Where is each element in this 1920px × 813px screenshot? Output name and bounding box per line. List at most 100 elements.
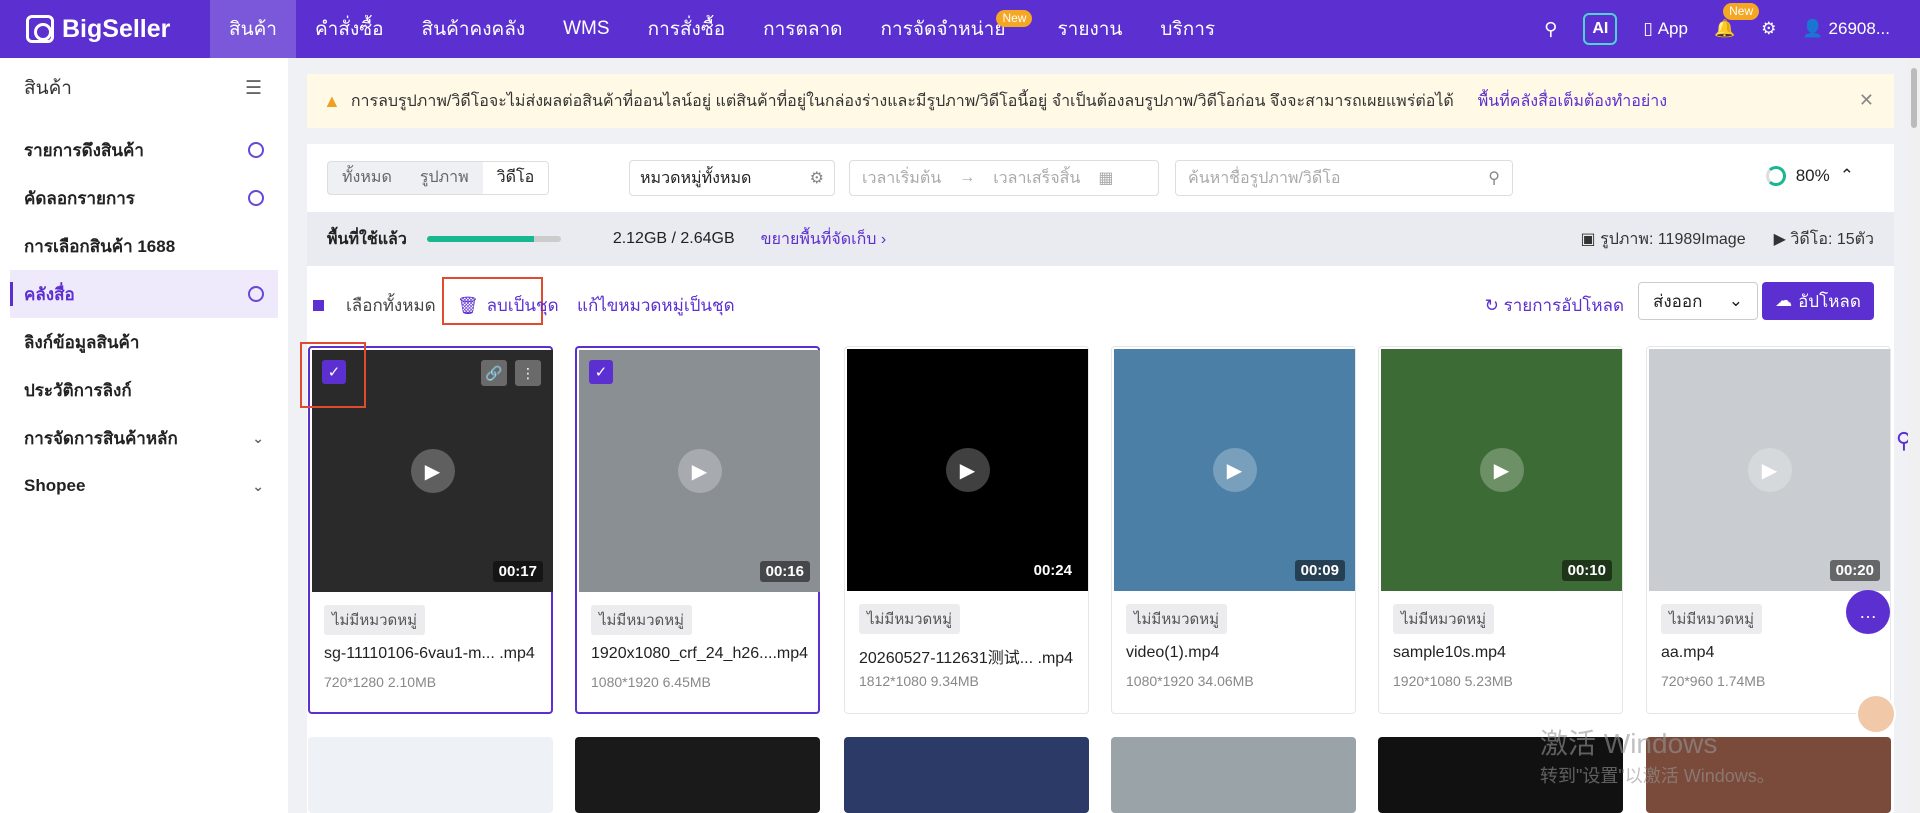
nav-label: การสั่งซื้อ bbox=[647, 19, 726, 40]
media-card-thumbnail[interactable] bbox=[308, 737, 553, 813]
upload-progress[interactable]: 80% ⌃ bbox=[1765, 166, 1854, 186]
nav-item-products[interactable]: สินค้า bbox=[210, 0, 296, 58]
upload-list-link[interactable]: ↻ รายการอัปโหลด bbox=[1485, 292, 1624, 319]
play-icon[interactable]: ▶ bbox=[410, 449, 455, 493]
video-card[interactable]: ▶ 00:24 ไม่มีหมวดหมู่ 20260527-112631测试... … bbox=[844, 346, 1089, 714]
scrollbar[interactable] bbox=[1908, 58, 1920, 813]
user-id: 26908... bbox=[1828, 19, 1890, 38]
close-icon[interactable]: ✕ bbox=[1859, 90, 1874, 111]
more-icon[interactable]: ⋮ bbox=[515, 360, 541, 386]
nav-label: การจัดจำหน่าย bbox=[880, 19, 1006, 40]
image-count-label: รูปภาพ: 11989Image bbox=[1600, 230, 1746, 248]
sidebar-item-master-products[interactable]: การจัดการสินค้าหลัก ⌄ bbox=[10, 414, 278, 462]
sidebar-item-link-history[interactable]: ประวัติการลิงก์ bbox=[10, 366, 278, 414]
sidebar-item-product-link[interactable]: ลิงก์ข้อมูลสินค้า bbox=[10, 318, 278, 366]
play-icon[interactable]: ▶ bbox=[677, 449, 722, 493]
sidebar-item-media-library[interactable]: คลังสื่อ bbox=[10, 270, 278, 318]
nav-item-distribution[interactable]: การจัดจำหน่าย New bbox=[862, 0, 1033, 58]
media-card-thumbnail[interactable] bbox=[844, 737, 1089, 813]
sidebar-item-label: Shopee bbox=[24, 476, 86, 495]
sidebar-item-pull-products[interactable]: รายการดึงสินค้า bbox=[10, 126, 278, 174]
storage-label: พื้นที่ใช้แล้ว bbox=[327, 230, 407, 248]
video-thumbnail[interactable]: ▶ 00:24 bbox=[847, 349, 1088, 591]
user-menu[interactable]: 👤 26908... bbox=[1802, 19, 1890, 39]
chat-icon[interactable]: … bbox=[1846, 590, 1890, 634]
nav-item-services[interactable]: บริการ bbox=[1141, 0, 1234, 58]
sidebar-item-label: ลิงก์ข้อมูลสินค้า bbox=[24, 332, 140, 352]
upload-button[interactable]: ☁ อัปโหลด bbox=[1762, 282, 1874, 320]
gear-icon[interactable] bbox=[248, 190, 264, 206]
nav-item-marketing[interactable]: การตลาด bbox=[744, 0, 861, 58]
nav-label: การตลาด bbox=[763, 19, 843, 40]
gear-icon[interactable] bbox=[248, 286, 264, 302]
tab-images[interactable]: รูปภาพ bbox=[406, 162, 483, 194]
sidebar-header: สินค้า ☰ bbox=[0, 58, 288, 118]
media-card-thumbnail[interactable] bbox=[575, 737, 820, 813]
storage-progress-fill bbox=[426, 236, 534, 242]
play-icon[interactable]: ▶ bbox=[1212, 448, 1257, 492]
video-thumbnail[interactable]: ▶ 00:09 bbox=[1114, 349, 1355, 591]
expand-storage-link[interactable]: ขยายพื้นที่จัดเก็บ › bbox=[761, 227, 887, 252]
nav-item-purchase[interactable]: การสั่งซื้อ bbox=[629, 0, 745, 58]
chevron-up-icon[interactable]: ⌃ bbox=[1840, 166, 1854, 186]
scrollbar-thumb[interactable] bbox=[1911, 68, 1917, 128]
date-range-picker[interactable]: เวลาเริ่มต้น → เวลาเสร็จสิ้น ▦ bbox=[849, 160, 1159, 196]
video-thumbnail[interactable]: ▶ 00:16 ✓ bbox=[579, 350, 820, 592]
sidebar-item-shopee[interactable]: Shopee ⌄ bbox=[10, 462, 278, 510]
video-meta: 720*1280 2.10MB bbox=[324, 674, 437, 690]
ai-button[interactable]: AI bbox=[1583, 13, 1618, 45]
media-card-thumbnail[interactable] bbox=[1111, 737, 1356, 813]
phone-icon: ▯ bbox=[1643, 19, 1653, 38]
video-name: sample10s.mp4 bbox=[1393, 644, 1506, 661]
batch-delete-button[interactable]: 🗑 ลบเป็นชุด bbox=[457, 292, 559, 319]
sidebar-item-label: ประวัติการลิงก์ bbox=[24, 380, 132, 400]
gear-icon[interactable] bbox=[248, 142, 264, 158]
video-thumbnail[interactable]: ▶ 00:10 bbox=[1381, 349, 1622, 591]
nav-item-reports[interactable]: รายงาน bbox=[1038, 0, 1141, 58]
video-card[interactable]: ▶ 00:09 ไม่มีหมวดหมู่ video(1).mp4 1080*1920… bbox=[1111, 346, 1356, 714]
play-icon[interactable]: ▶ bbox=[945, 448, 990, 492]
select-all[interactable]: เลือกทั้งหมด bbox=[313, 292, 436, 319]
nav-item-inventory[interactable]: สินค้าคงคลัง bbox=[403, 0, 545, 58]
link-icon[interactable]: 🔗 bbox=[481, 360, 507, 386]
nav-item-wms[interactable]: WMS bbox=[544, 0, 628, 58]
tab-videos[interactable]: วิดีโอ bbox=[482, 162, 549, 194]
tab-all[interactable]: ทั้งหมด bbox=[328, 162, 406, 194]
sidebar-item-label: การจัดการสินค้าหลัก bbox=[24, 428, 178, 448]
category-tag: ไม่มีหมวดหมู่ bbox=[324, 605, 426, 635]
media-search-input[interactable]: ค้นหาชื่อรูปภาพ/วิดีโอ ⚲ bbox=[1175, 160, 1513, 196]
settings-gear-icon[interactable]: ⚙ bbox=[810, 168, 824, 188]
checkbox-checked-icon[interactable]: ✓ bbox=[589, 360, 613, 384]
export-dropdown[interactable]: ส่งออก ⌄ bbox=[1638, 282, 1758, 320]
date-end: เวลาเสร็จสิ้น bbox=[993, 169, 1081, 187]
category-tag: ไม่มีหมวดหมู่ bbox=[1126, 604, 1228, 634]
play-icon[interactable]: ▶ bbox=[1479, 448, 1524, 492]
notification-button[interactable]: 🔔 New bbox=[1714, 3, 1760, 39]
app-button[interactable]: ▯ App bbox=[1643, 19, 1688, 39]
batch-category-button[interactable]: แก้ไขหมวดหมู่เป็นชุด bbox=[577, 292, 735, 319]
search-icon[interactable]: ⚲ bbox=[1544, 19, 1557, 40]
category-select[interactable]: หมวดหมู่ทั้งหมด ⚙ bbox=[629, 160, 835, 196]
video-card[interactable]: ▶ 00:20 ไม่มีหมวดหมู่ aa.mp4 720*960 1.74MB bbox=[1646, 346, 1891, 714]
collapse-sidebar-icon[interactable]: ☰ bbox=[245, 77, 262, 100]
settings-gear-icon[interactable]: ⚙ bbox=[1761, 19, 1776, 39]
new-badge: New bbox=[996, 10, 1033, 27]
video-icon: ▶ bbox=[1773, 230, 1791, 248]
video-name: 20260527-112631测试... .mp4 bbox=[859, 650, 1074, 667]
play-icon[interactable]: ▶ bbox=[1747, 448, 1792, 492]
nav-item-orders[interactable]: คำสั่งซื้อ bbox=[296, 0, 403, 58]
video-duration: 00:24 bbox=[1027, 560, 1078, 581]
video-thumbnail[interactable]: ▶ 00:20 bbox=[1649, 349, 1890, 591]
chevron-down-icon: ⌄ bbox=[252, 477, 264, 494]
sidebar-item-copy-listing[interactable]: คัดลอกรายการ bbox=[10, 174, 278, 222]
search-icon[interactable]: ⚲ bbox=[1488, 168, 1500, 188]
avatar[interactable] bbox=[1856, 694, 1896, 734]
checkbox-icon[interactable] bbox=[313, 300, 324, 311]
brand-logo[interactable]: BigSeller bbox=[0, 0, 210, 58]
nav-label: คำสั่งซื้อ bbox=[314, 19, 384, 40]
alert-link[interactable]: พื้นที่คลังสื่อเต็มต้องทำอย่าง bbox=[1478, 89, 1667, 114]
upload-label: อัปโหลด bbox=[1798, 291, 1861, 311]
video-card[interactable]: ▶ 00:10 ไม่มีหมวดหมู่ sample10s.mp4 1920*108… bbox=[1378, 346, 1623, 714]
sidebar-item-1688[interactable]: การเลือกสินค้า 1688 bbox=[10, 222, 278, 270]
video-card[interactable]: ▶ 00:16 ✓ ไม่มีหมวดหมู่ 1920x1080_crf_24_h26… bbox=[575, 346, 820, 714]
